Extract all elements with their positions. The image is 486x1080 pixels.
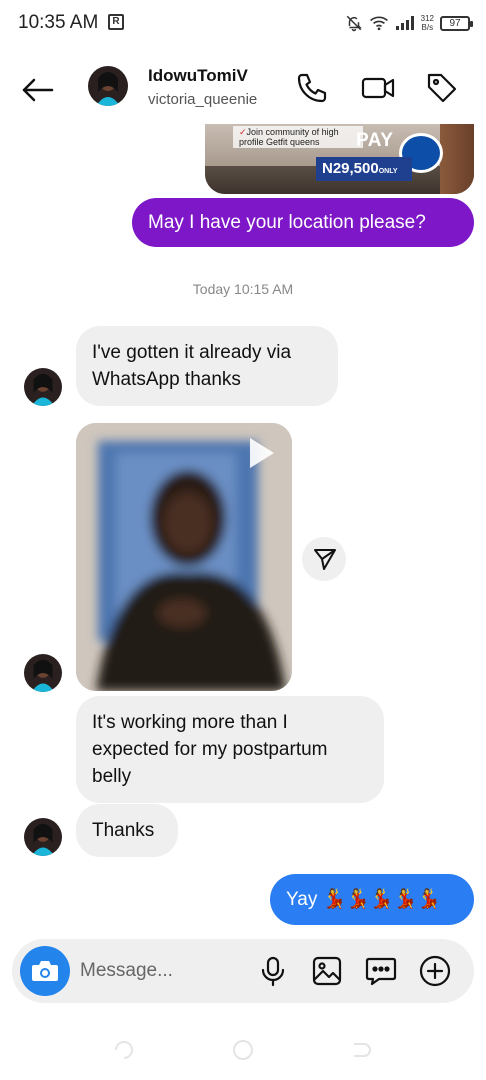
sim-icon: R: [108, 14, 124, 30]
arrow-left-icon[interactable]: [20, 72, 56, 108]
shared-post-pay-label: PAY: [356, 130, 394, 151]
battery-icon: 97: [440, 15, 473, 31]
contact-name[interactable]: IdowuTomiV: [148, 66, 248, 86]
wifi-icon: [369, 16, 388, 31]
camera-icon: [32, 961, 58, 981]
back-nav-icon[interactable]: [350, 1038, 374, 1062]
shared-post-banner: ✓Join community of high profile Getfit q…: [233, 126, 363, 148]
outgoing-message[interactable]: Yay 💃💃💃💃💃: [270, 874, 474, 925]
incoming-message[interactable]: Thanks: [76, 804, 178, 857]
plus-circle-icon[interactable]: [417, 953, 453, 989]
outgoing-message[interactable]: May I have your location please?: [132, 198, 474, 247]
avatar[interactable]: [88, 66, 128, 106]
mute-bell-icon: [346, 15, 362, 32]
tag-icon[interactable]: [424, 70, 460, 106]
video-camera-icon[interactable]: [360, 70, 396, 106]
message-timestamp: Today 10:15 AM: [192, 281, 294, 297]
avatar[interactable]: [24, 654, 62, 692]
chat-header: IdowuTomiV victoria_queenie: [0, 58, 486, 120]
chat-bubble-icon[interactable]: [363, 953, 399, 989]
status-indicators: 312 B/s 97: [345, 10, 473, 36]
shared-post-price: N29,500ONLY: [316, 157, 412, 181]
incoming-message[interactable]: It's working more than I expected for my…: [76, 696, 384, 803]
share-button[interactable]: [302, 537, 346, 581]
image-icon[interactable]: [309, 953, 345, 989]
contact-handle[interactable]: victoria_queenie: [148, 91, 257, 108]
home-icon[interactable]: [231, 1038, 255, 1062]
shared-post-price-suffix: ONLY: [378, 168, 398, 175]
play-icon[interactable]: [248, 436, 276, 470]
status-time: 10:35 AM: [18, 12, 99, 33]
camera-button[interactable]: [20, 946, 70, 996]
system-nav-bar: [0, 1030, 486, 1070]
shared-post-image-detail: [440, 124, 474, 194]
incoming-message[interactable]: I've gotten it already via WhatsApp than…: [76, 326, 338, 406]
avatar[interactable]: [24, 368, 62, 406]
message-composer: [12, 939, 474, 1003]
network-speed-unit: B/s: [421, 23, 434, 32]
shared-post-price-value: N29,500: [322, 160, 379, 177]
signal-icon: [395, 16, 414, 30]
status-bar: 10:35 AM R 312 B/s 97: [0, 0, 486, 48]
network-speed: 312 B/s: [421, 14, 434, 32]
send-icon: [314, 549, 336, 570]
phone-icon[interactable]: [294, 70, 330, 106]
network-speed-value: 312: [420, 14, 434, 23]
avatar[interactable]: [24, 818, 62, 856]
shared-post-banner-text: Join community of high profile Getfit qu…: [239, 127, 339, 147]
microphone-icon[interactable]: [255, 953, 291, 989]
recent-apps-icon[interactable]: [112, 1038, 136, 1062]
message-input[interactable]: [80, 955, 250, 987]
